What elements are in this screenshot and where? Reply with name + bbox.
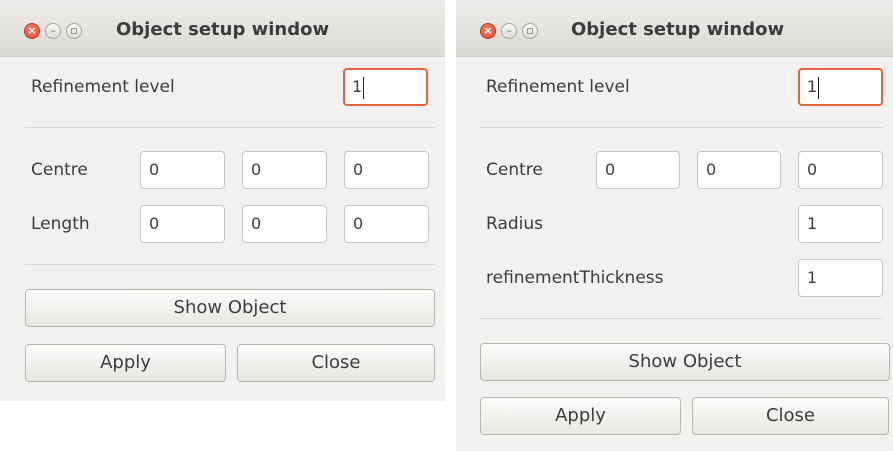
length-y-input[interactable]: 0: [242, 205, 327, 243]
refinement-thickness-label: refinementThickness: [486, 268, 664, 288]
close-icon[interactable]: ×: [480, 23, 496, 39]
centre-x-input[interactable]: 0: [596, 151, 680, 189]
object-setup-window-sphere: × – ▫ Object setup window Refinement lev…: [456, 0, 893, 451]
length-x-input[interactable]: 0: [140, 205, 225, 243]
centre-z-input[interactable]: 0: [798, 151, 883, 189]
refinement-level-label: Refinement level: [486, 77, 630, 97]
show-object-button[interactable]: Show Object: [25, 289, 435, 327]
refinement-level-label: Refinement level: [31, 77, 175, 97]
minimize-icon[interactable]: –: [501, 23, 517, 39]
refinement-level-input[interactable]: 1: [798, 68, 883, 106]
centre-z-input[interactable]: 0: [344, 151, 429, 189]
centre-label: Centre: [486, 160, 543, 180]
text-caret: [818, 76, 820, 99]
minimize-icon[interactable]: –: [45, 23, 61, 39]
title-bar[interactable]: × – ▫ Object setup window: [0, 0, 445, 57]
refinement-level-input[interactable]: 1: [343, 68, 428, 106]
refinement-thickness-input[interactable]: 1: [798, 259, 883, 297]
separator: [480, 127, 883, 128]
maximize-icon[interactable]: ▫: [522, 23, 538, 39]
close-button[interactable]: Close: [692, 397, 889, 435]
radius-label: Radius: [486, 214, 544, 234]
object-setup-window-box: × – ▫ Object setup window Refinement lev…: [0, 0, 445, 401]
window-title: Object setup window: [571, 19, 785, 40]
centre-y-input[interactable]: 0: [697, 151, 781, 189]
apply-button[interactable]: Apply: [480, 397, 681, 435]
maximize-icon[interactable]: ▫: [66, 23, 82, 39]
separator: [480, 318, 883, 319]
centre-x-input[interactable]: 0: [140, 151, 225, 189]
show-object-button[interactable]: Show Object: [480, 343, 890, 381]
separator: [25, 127, 435, 128]
separator: [25, 264, 435, 265]
length-z-input[interactable]: 0: [344, 205, 429, 243]
title-bar[interactable]: × – ▫ Object setup window: [456, 0, 893, 57]
close-icon[interactable]: ×: [24, 23, 40, 39]
text-caret: [363, 76, 365, 99]
window-title: Object setup window: [116, 19, 330, 40]
radius-input[interactable]: 1: [798, 205, 883, 243]
length-label: Length: [31, 214, 90, 234]
centre-label: Centre: [31, 160, 88, 180]
apply-button[interactable]: Apply: [25, 344, 226, 382]
centre-y-input[interactable]: 0: [242, 151, 327, 189]
close-button[interactable]: Close: [237, 344, 435, 382]
